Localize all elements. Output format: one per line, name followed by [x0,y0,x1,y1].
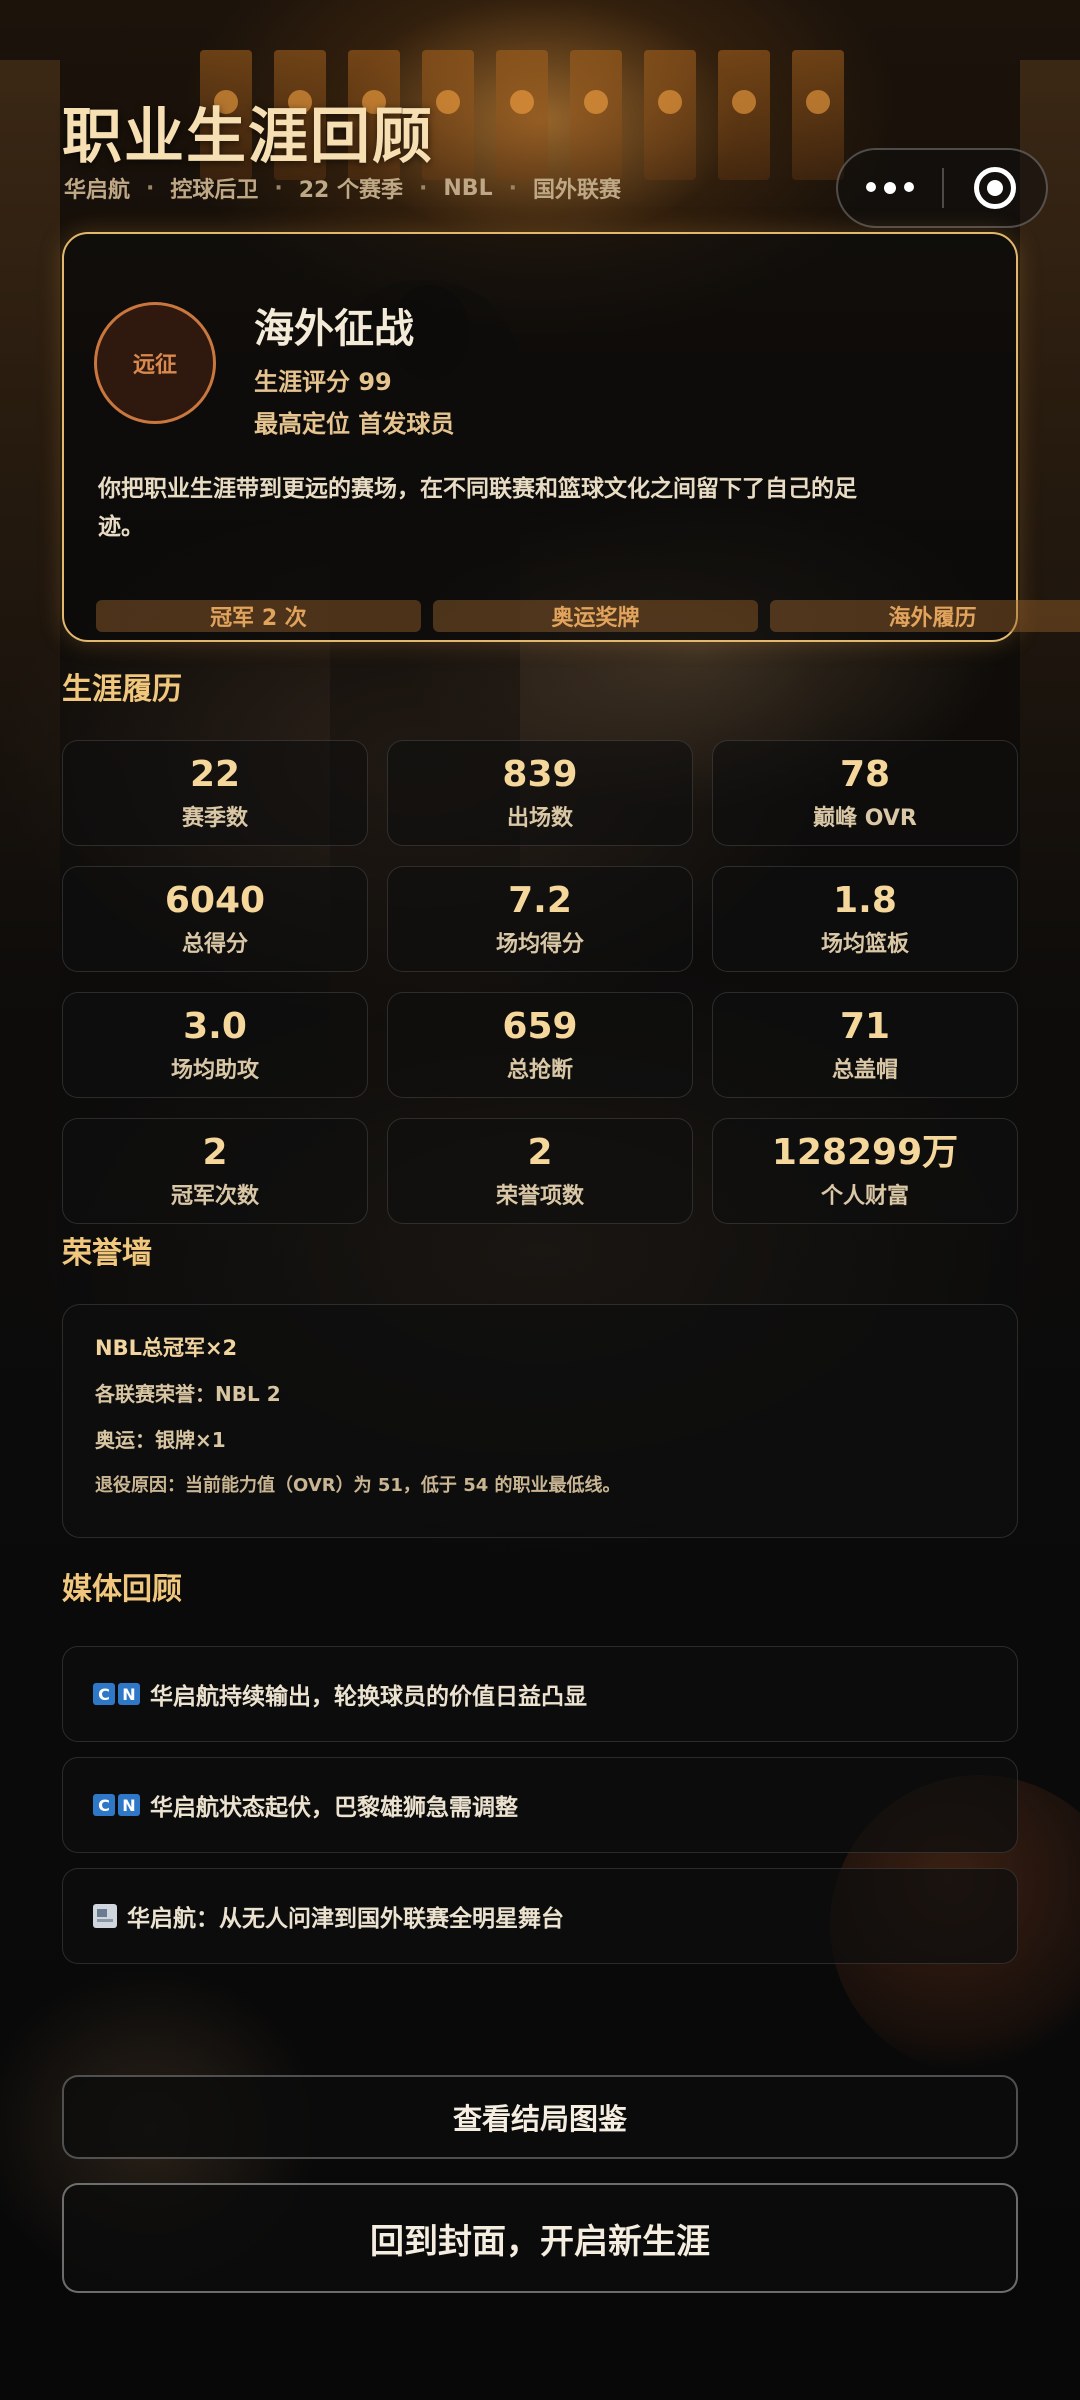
league-name: NBL [443,175,493,201]
stat-label: 总抢断 [506,1058,573,1083]
stat-label: 出场数 [506,806,573,831]
career-section-title: 生涯履历 [62,672,182,707]
stat-label: 场均篮板 [820,932,909,957]
stat-card: 128299万个人财富 [712,1118,1018,1224]
stat-value: 22 [189,754,241,795]
stat-value: 78 [839,754,891,795]
news-headline: 华启航持续输出，轮换球员的价值日益凸显 [150,1684,587,1710]
tag-championships: 冠军 2 次 [96,600,421,632]
page-title: 职业生涯回顾 [62,102,434,172]
honors-section-title: 荣誉墙 [62,1236,152,1271]
cn-flag-icon: CN [93,1794,140,1816]
view-endings-gallery-button[interactable]: 查看结局图鉴 [62,2075,1018,2159]
stat-value: 3.0 [183,1006,247,1047]
stat-card: 78 巅峰 OVR [712,740,1018,846]
season-count: 22 个赛季 [298,178,404,203]
stat-card: 839 出场数 [387,740,693,846]
retirement-reason: 退役原因：当前能力值（OVR）为 51，低于 54 的职业最低线。 [95,1475,621,1496]
ending-title: 海外征战 [254,306,414,352]
news-headline: 华启航：从无人问津到国外联赛全明星舞台 [127,1906,564,1932]
cn-flag-icon: CN [93,1683,140,1705]
stat-card: 3.0 场均助攻 [62,992,368,1098]
player-name: 华启航 [64,178,131,203]
stat-value: 7.2 [508,880,572,921]
stat-card: 22 赛季数 [62,740,368,846]
stat-value: 71 [839,1006,891,1047]
stat-value: 128299万 [771,1132,959,1173]
restart-career-button[interactable]: 回到封面，开启新生涯 [62,2183,1018,2293]
honor-item: 各联赛荣誉：NBL 2 [95,1382,281,1406]
media-section-title: 媒体回顾 [62,1572,182,1607]
stat-card: 2 冠军次数 [62,1118,368,1224]
ending-card: 远征 海外征战 生涯评分 99 最高定位 首发球员 你把职业生涯带到更远的赛场，… [62,232,1080,642]
stat-card: 1.8 场均篮板 [712,866,1018,972]
news-item[interactable]: 华启航：从无人问津到国外联赛全明星舞台 [62,1868,1018,1964]
honors-panel: NBL总冠军×2 各联赛荣誉：NBL 2 奥运：银牌×1 退役原因：当前能力值（… [62,1304,1018,1538]
stat-label: 总盖帽 [831,1058,898,1083]
player-position: 控球后卫 [170,178,259,203]
mini-program-capsule [836,148,1048,228]
stat-label: 场均助攻 [170,1058,259,1083]
more-options-icon[interactable] [838,182,942,194]
ending-badge: 远征 [94,302,216,424]
stat-value: 1.8 [833,880,897,921]
close-mini-program-icon[interactable] [944,167,1046,209]
stat-value: 839 [502,754,578,795]
stat-label: 赛季数 [181,806,248,831]
news-headline: 华启航状态起伏，巴黎雄狮急需调整 [150,1795,518,1821]
career-stats-grid: 22 赛季数 839 出场数 78 巅峰 OVR 6040 总得分 7.2 场均得分 1.… [62,740,1018,1224]
stat-card: 71 总盖帽 [712,992,1018,1098]
ending-tags: 冠军 2 次 奥运奖牌 海外履历 [96,600,1080,632]
stat-label: 个人财富 [820,1184,909,1209]
stat-card: 6040 总得分 [62,866,368,972]
stat-label: 巅峰 OVR [813,806,917,831]
stat-card: 7.2 场均得分 [387,866,693,972]
background-tunnel-left [0,60,60,1560]
news-item[interactable]: CN 华启航状态起伏，巴黎雄狮急需调整 [62,1757,1018,1853]
stat-label: 总得分 [181,932,248,957]
tag-olympic-medal: 奥运奖牌 [433,600,758,632]
stat-card: 2 荣誉项数 [387,1118,693,1224]
stat-value: 6040 [164,880,266,921]
career-review-screen: 职业生涯回顾 华启航 · 控球后卫 · 22 个赛季 · NBL · 国外联赛 … [0,0,1080,2400]
league-type: 国外联赛 [532,178,621,203]
stat-card: 659 总抢断 [387,992,693,1098]
peak-role: 最高定位 首发球员 [254,410,455,438]
stat-label: 荣誉项数 [495,1184,584,1209]
background-tunnel-right [1020,60,1080,1560]
career-score: 生涯评分 99 [254,368,392,396]
ending-description: 你把职业生涯带到更远的赛场，在不同联赛和篮球文化之间留下了自己的足迹。 [98,476,857,540]
stat-value: 659 [502,1006,578,1047]
stat-value: 2 [527,1132,553,1173]
news-item[interactable]: CN 华启航持续输出，轮换球员的价值日益凸显 [62,1646,1018,1742]
stat-label: 场均得分 [495,932,584,957]
newspaper-icon [93,1904,117,1928]
honor-item: 奥运：银牌×1 [95,1428,226,1452]
honor-item: NBL总冠军×2 [95,1336,238,1360]
player-summary: 华启航 · 控球后卫 · 22 个赛季 · NBL · 国外联赛 [64,172,621,204]
stat-value: 2 [202,1132,228,1173]
stat-label: 冠军次数 [170,1184,259,1209]
tag-overseas-career: 海外履历 [770,600,1080,632]
